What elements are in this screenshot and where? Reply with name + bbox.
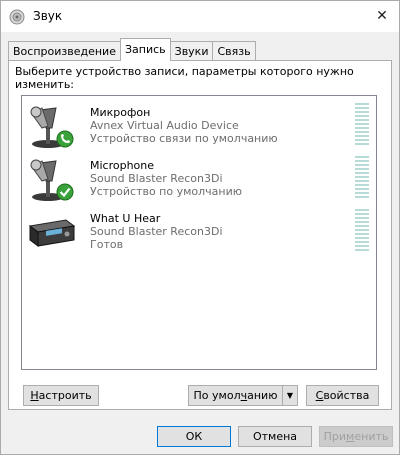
tab-sounds[interactable]: Звуки (169, 41, 214, 61)
microphone-icon (26, 104, 76, 150)
level-meter (355, 209, 369, 251)
device-name: Microphone (90, 159, 155, 172)
level-meter (355, 156, 369, 198)
sound-dialog: Звук ✕ Воспроизведение Запись Звуки Связ… (0, 0, 400, 455)
checkmark-badge-icon (56, 183, 74, 204)
chevron-down-icon: ▼ (286, 391, 294, 400)
cancel-button[interactable]: Отмена (238, 426, 312, 447)
list-item[interactable]: What U Hear Sound Blaster Recon3Di Готов (22, 206, 376, 258)
ok-button[interactable]: ОК (157, 426, 231, 447)
speaker-icon (9, 9, 25, 25)
level-meter (355, 103, 369, 145)
close-button[interactable]: ✕ (365, 1, 399, 31)
device-status: Устройство по умолчанию (90, 185, 243, 198)
phone-badge-icon (56, 130, 74, 151)
device-name: What U Hear (90, 212, 161, 225)
device-driver: Sound Blaster Recon3Di (90, 172, 223, 185)
device-driver: Avnex Virtual Audio Device (90, 119, 239, 132)
tab-communications[interactable]: Связь (212, 41, 256, 61)
tab-strip: Воспроизведение Запись Звуки Связь (8, 38, 256, 61)
tab-recording[interactable]: Запись (119, 38, 171, 61)
list-item[interactable]: Микрофон Avnex Virtual Audio Device Устр… (22, 100, 376, 152)
window-title: Звук (33, 9, 63, 23)
sound-card-icon (26, 210, 76, 256)
properties-button[interactable]: Свойства (306, 385, 379, 406)
device-list[interactable]: Микрофон Avnex Virtual Audio Device Устр… (21, 95, 377, 370)
close-icon: ✕ (376, 8, 388, 24)
set-default-dropdown[interactable]: ▼ (282, 385, 298, 406)
set-default-button[interactable]: По умол ч анию (188, 385, 283, 406)
device-status: Готов (90, 238, 124, 251)
device-status: Устройство связи по умолчанию (90, 132, 278, 145)
microphone-icon (26, 157, 76, 203)
apply-button[interactable]: При м енить (319, 426, 393, 447)
device-name: Микрофон (90, 106, 151, 119)
configure-button[interactable]: Настроить (23, 385, 99, 406)
title-bar: Звук ✕ (1, 1, 399, 32)
list-item[interactable]: Microphone Sound Blaster Recon3Di Устрой… (22, 153, 376, 205)
device-driver: Sound Blaster Recon3Di (90, 225, 223, 238)
tab-playback[interactable]: Воспроизведение (8, 41, 121, 61)
instruction-text: Выберите устройство записи, параметры ко… (15, 65, 354, 91)
